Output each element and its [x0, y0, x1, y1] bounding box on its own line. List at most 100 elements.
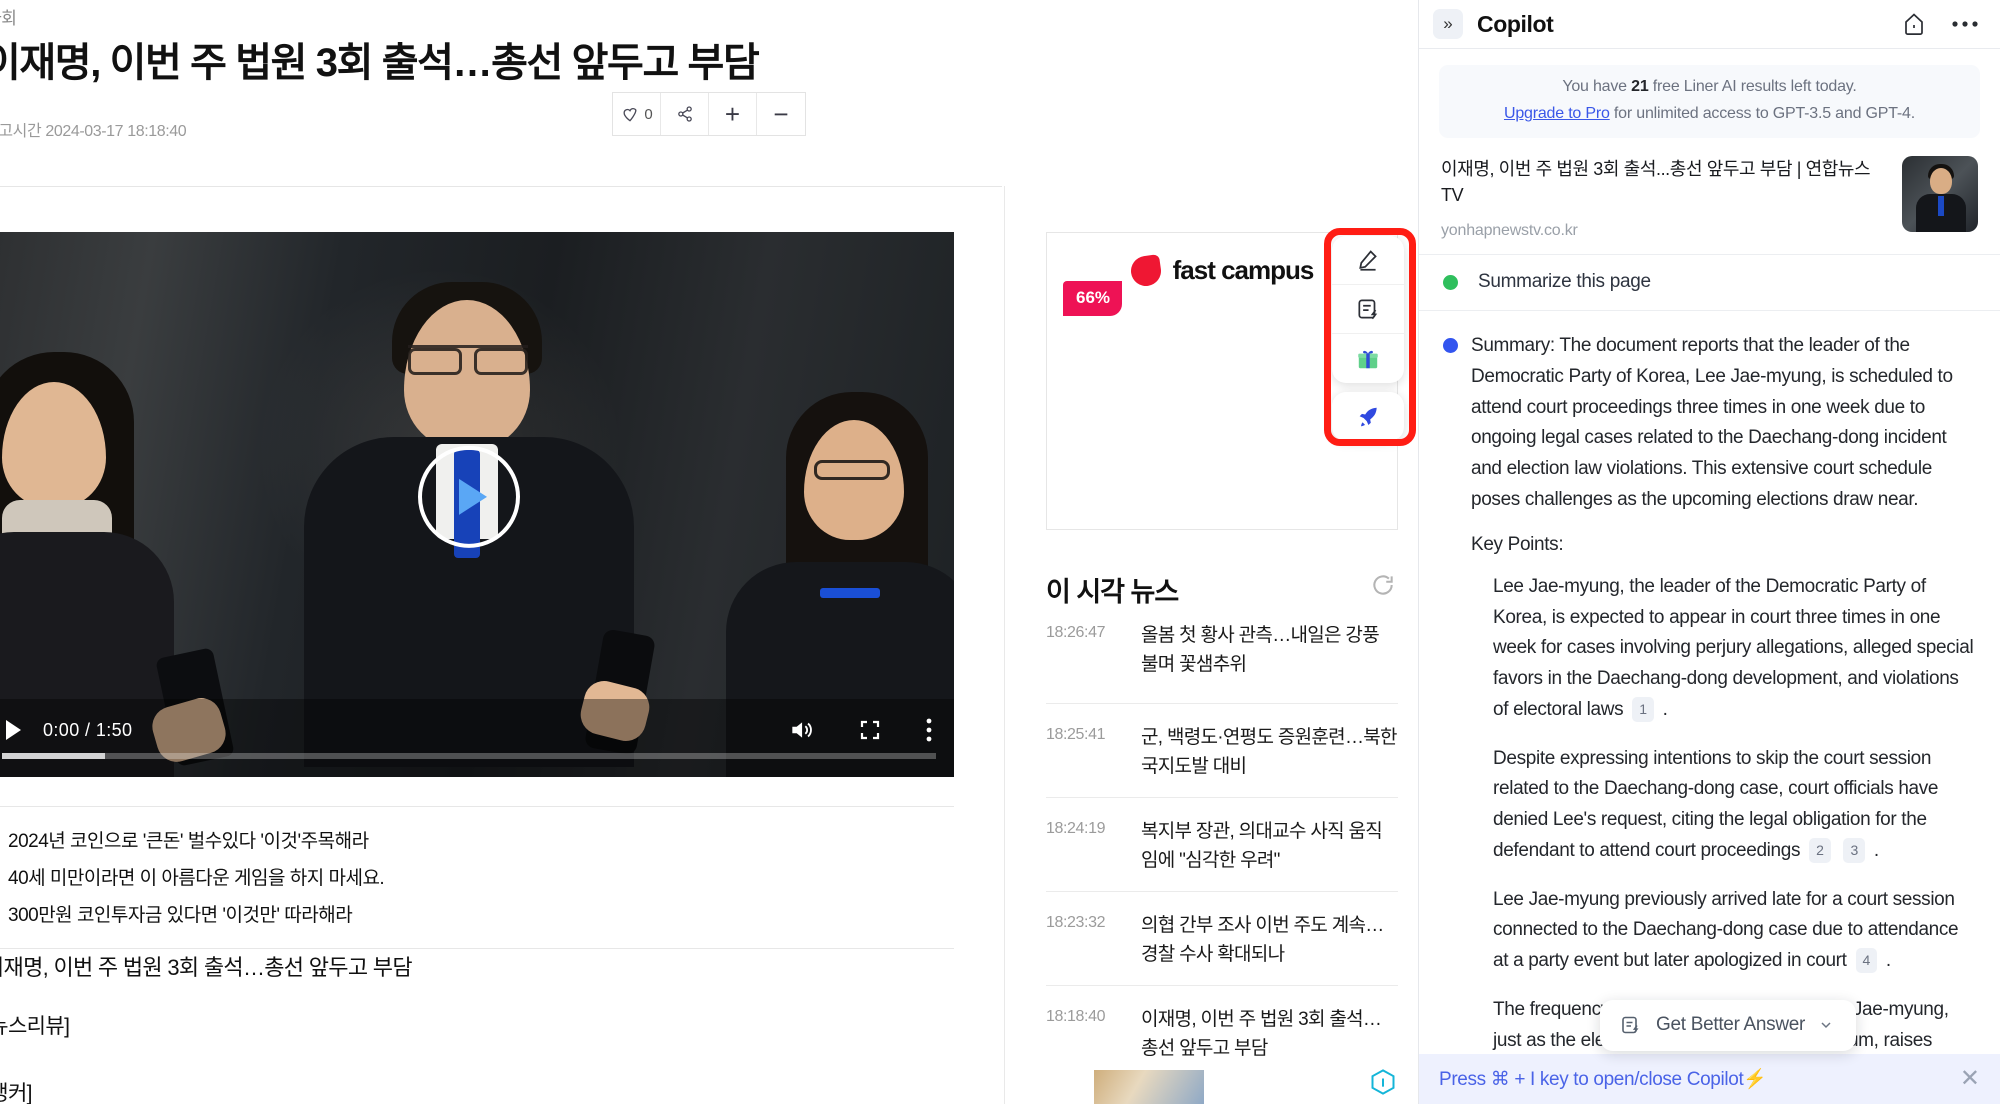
source-title: 이재명, 이번 주 법원 3회 출석...총선 앞두고 부담 | 연합뉴스TV [1441, 156, 1886, 208]
news-item-time: 18:18:40 [1046, 1006, 1141, 1063]
citation-chip[interactable]: 1 [1632, 697, 1653, 722]
answer-summary: Summary: The document reports that the l… [1471, 331, 1974, 516]
liner-badge-icon [1370, 1068, 1396, 1096]
copilot-footer: Press ⌘ + I key to open/close Copilot⚡ ✕ [1419, 1054, 2000, 1104]
fastcampus-mark-icon [1129, 254, 1163, 288]
news-item-title[interactable]: 올봄 첫 황사 관측…내일은 강풍 불며 꽃샘추위 [1141, 622, 1398, 679]
list-item[interactable]: 18:18:40 이재명, 이번 주 법원 3회 출석… 총선 앞두고 부담 [1046, 985, 1398, 1081]
list-item[interactable]: 18:25:41 군, 백령도·연평도 증원훈련…북한 국지도발 대비 [1046, 703, 1398, 799]
close-icon[interactable]: ✕ [1960, 1067, 1980, 1091]
plus-icon: + [725, 101, 740, 127]
news-item-title[interactable]: 복지부 장관, 의대교수 사직 움직임에 "심각한 우려" [1141, 818, 1398, 875]
news-item-time: 18:24:19 [1046, 818, 1141, 875]
ad-links-strip: 2024년 코인으로 '큰돈' 벌수있다 '이것'주목해라 40세 미만이라면 … [0, 806, 954, 949]
video-person-right-lanyard [820, 588, 880, 598]
more-horizontal-icon[interactable] [1952, 20, 1978, 28]
kebab-menu-icon[interactable] [926, 717, 932, 743]
quota-line-2: Upgrade to Pro for unlimited access to G… [1449, 105, 1970, 123]
bullet-text: Despite expressing intentions to skip th… [1493, 748, 1938, 861]
share-icon [675, 104, 695, 124]
quota-prefix: You have [1562, 78, 1631, 95]
refresh-icon[interactable] [1370, 572, 1396, 598]
ad-link-item[interactable]: 300만원 코인투자금 있다면 '이것만' 따라해라 [0, 895, 954, 932]
ad-link-item[interactable]: 40세 미만이라면 이 아름다운 게임을 하지 마세요. [0, 858, 954, 895]
share-button[interactable] [661, 93, 709, 135]
bullet-trailing: . [1874, 840, 1879, 861]
article-timestamp: 송고시간 2024-03-17 18:18:40 [0, 117, 186, 141]
article-action-bar: 0 + − [612, 92, 806, 136]
shortcut-hint: Press ⌘ + I key to open/close Copilot⚡ [1439, 1067, 1767, 1091]
news-item-time: 18:23:32 [1046, 912, 1141, 969]
video-time-display: 0:00 / 1:50 [43, 720, 132, 741]
article-page: 사회 이재명, 이번 주 법원 3회 출석…총선 앞두고 부담 송고시간 202… [0, 0, 1418, 1104]
news-item-title[interactable]: 의협 간부 조사 이번 주도 계속… 경찰 수사 확대되나 [1141, 912, 1398, 969]
quota-upgrade-suffix: for unlimited access to GPT-3.5 and GPT-… [1610, 105, 1915, 122]
article-body-paragraph: [앵커] [0, 1077, 32, 1104]
list-item: Lee Jae-myung previously arrived late fo… [1493, 885, 1974, 977]
gift-icon[interactable] [1332, 334, 1404, 383]
list-item[interactable]: 18:26:47 올봄 첫 황사 관측…내일은 강풍 불며 꽃샘추위 [1046, 612, 1398, 697]
video-player[interactable]: 0:00 / 1:50 [0, 232, 954, 777]
ad-brand-label: fast campus [1173, 255, 1314, 286]
copilot-title: Copilot [1477, 11, 1553, 38]
news-section-heading: 이 시각 뉴스 [1046, 570, 1178, 609]
note-summary-icon[interactable] [1332, 285, 1404, 334]
video-person-right-glasses [814, 460, 890, 480]
copilot-panel: » Copilot You have 21 free Liner AI resu… [1418, 0, 2000, 1104]
list-item[interactable]: 18:24:19 복지부 장관, 의대교수 사직 움직임에 "심각한 우려" [1046, 797, 1398, 893]
header-divider [1419, 48, 2000, 49]
summarize-task-row[interactable]: Summarize this page [1419, 254, 2000, 311]
quota-line-1: You have 21 free Liner AI results left t… [1449, 78, 1970, 96]
ad-discount-badge: 66% [1063, 281, 1122, 316]
like-count: 0 [644, 106, 652, 123]
copilot-header: » Copilot [1419, 0, 2000, 48]
home-icon[interactable] [1902, 11, 1926, 37]
font-increase-button[interactable]: + [709, 93, 757, 135]
news-item-title[interactable]: 이재명, 이번 주 법원 3회 출석… 총선 앞두고 부담 [1141, 1006, 1398, 1063]
chevron-double-right-icon[interactable]: » [1433, 9, 1463, 39]
video-progress-bar[interactable] [2, 753, 936, 759]
glasses-icon [408, 345, 528, 367]
get-better-answer-button[interactable]: Get Better Answer [1600, 1000, 1856, 1051]
quota-count: 21 [1631, 78, 1648, 95]
rocket-icon[interactable] [1332, 392, 1404, 441]
citation-chip[interactable]: 3 [1843, 838, 1864, 863]
get-better-answer-label: Get Better Answer [1656, 1014, 1805, 1036]
floating-toolbar-group-secondary [1332, 392, 1404, 441]
highlight-pen-icon[interactable] [1332, 236, 1404, 285]
fullscreen-icon[interactable] [858, 718, 882, 742]
upgrade-to-pro-link[interactable]: Upgrade to Pro [1504, 105, 1610, 122]
volume-icon[interactable] [788, 717, 814, 743]
citation-chip[interactable]: 2 [1809, 838, 1830, 863]
list-item: Despite expressing intentions to skip th… [1493, 744, 1974, 867]
key-points-label: Key Points: [1471, 534, 1974, 556]
key-points-list: Lee Jae-myung, the leader of the Democra… [1471, 572, 1974, 1054]
source-thumbnail [1902, 156, 1978, 232]
ad-link-item[interactable]: 2024년 코인으로 '큰돈' 벌수있다 '이것'주목해라 [0, 821, 954, 858]
related-thumbnail[interactable] [1094, 1070, 1204, 1104]
quota-suffix: free Liner AI results left today. [1649, 78, 1857, 95]
article-body-paragraph: [뉴스리뷰] [0, 1010, 69, 1040]
news-item-title[interactable]: 군, 백령도·연평도 증원훈련…북한 국지도발 대비 [1141, 724, 1398, 781]
video-play-overlay-button[interactable] [418, 445, 520, 547]
article-column: 사회 이재명, 이번 주 법원 3회 출석…총선 앞두고 부담 송고시간 202… [0, 0, 1004, 1104]
bullet-trailing: . [1886, 950, 1891, 971]
list-item[interactable]: 18:23:32 의협 간부 조사 이번 주도 계속… 경찰 수사 확대되나 [1046, 891, 1398, 987]
summarize-task-label: Summarize this page [1478, 271, 1651, 293]
like-button[interactable]: 0 [613, 93, 661, 135]
page-sidebar: fast campus 66% 이 시각 뉴스 18:26:47 올봄 첫 황사… [1046, 0, 1418, 1104]
article-subtitle: 이재명, 이번 주 법원 3회 출석…총선 앞두고 부담 [0, 950, 412, 982]
floating-toolbar [1332, 236, 1404, 441]
font-decrease-button[interactable]: − [757, 93, 805, 135]
minus-icon: − [773, 101, 788, 127]
play-icon[interactable] [6, 720, 21, 740]
bullet-text: Lee Jae-myung, the leader of the Democra… [1493, 576, 1973, 720]
note-summary-icon [1619, 1013, 1643, 1037]
citation-chip[interactable]: 4 [1856, 948, 1877, 973]
video-progress-buffer [2, 753, 105, 759]
news-item-time: 18:25:41 [1046, 724, 1141, 781]
quota-banner: You have 21 free Liner AI results left t… [1439, 65, 1980, 138]
copilot-answer: Summary: The document reports that the l… [1419, 311, 2000, 1054]
chevron-down-icon [1818, 1017, 1834, 1033]
source-card[interactable]: 이재명, 이번 주 법원 3회 출석...총선 앞두고 부담 | 연합뉴스TV … [1419, 138, 2000, 254]
